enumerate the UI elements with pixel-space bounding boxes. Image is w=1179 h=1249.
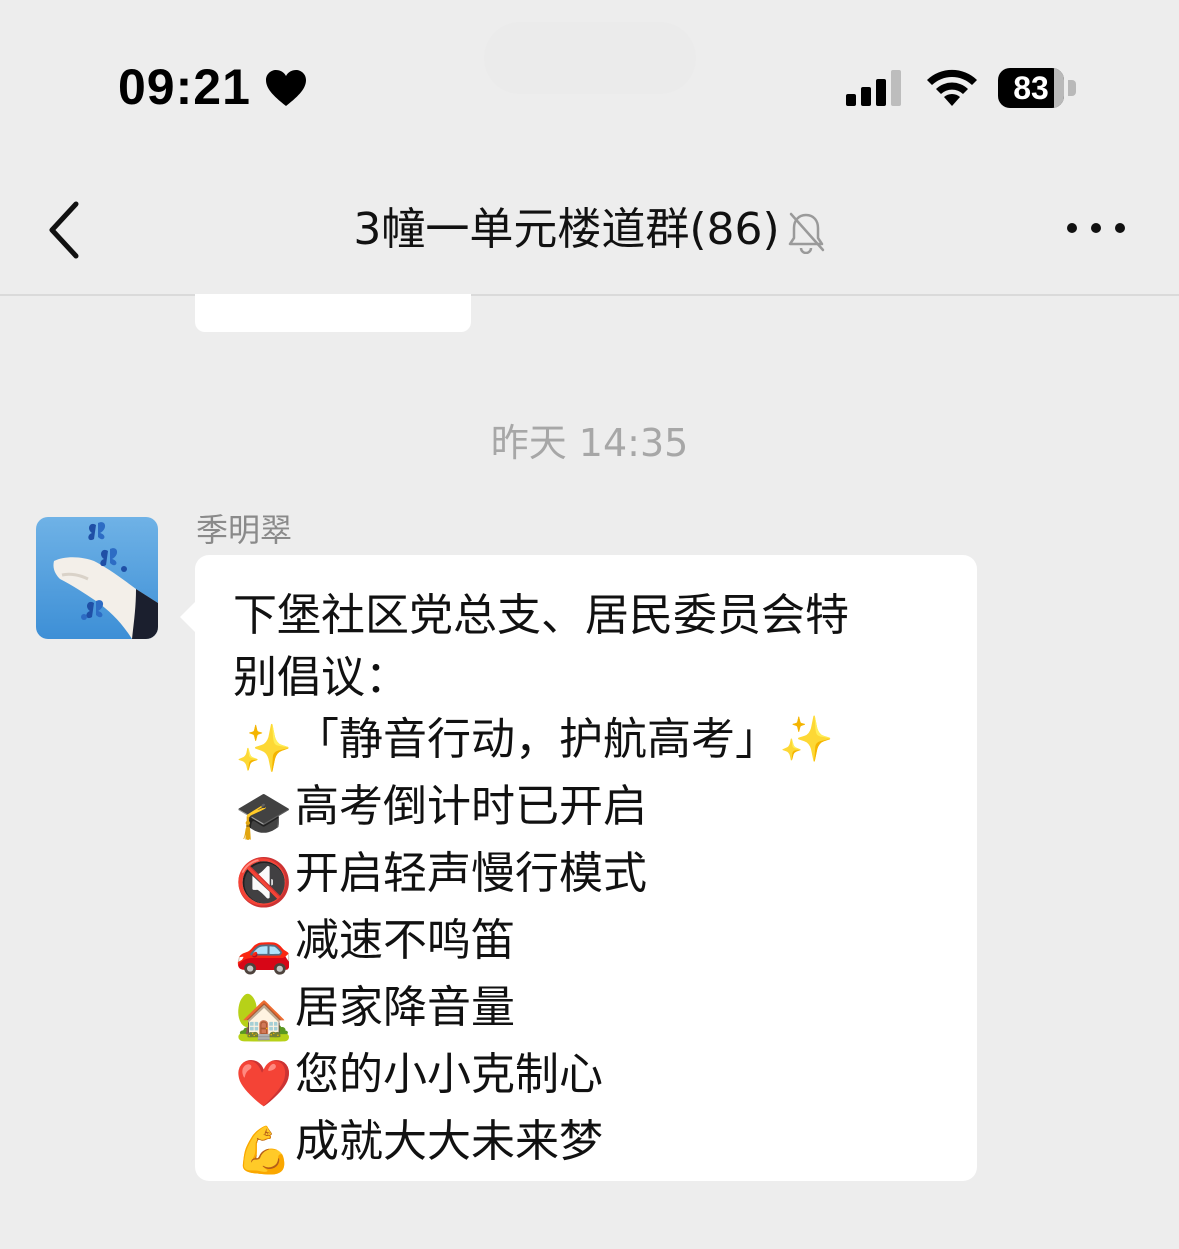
- bubble-tail: [180, 601, 196, 633]
- line-text: 居家降音量: [295, 982, 515, 1033]
- line-text: 下堡社区党总支、居民委员会特: [233, 590, 849, 641]
- bell-slash-icon: [788, 212, 824, 254]
- butterfly-hand-avatar[interactable]: [36, 517, 158, 639]
- muted-speaker-icon: 🔇: [235, 855, 293, 909]
- chat-title-row: 3幢一单元楼道群(86): [0, 200, 1179, 260]
- sparkles-icon: ✨: [235, 721, 293, 775]
- message-line: 下堡社区党总支、居民委员会特: [233, 585, 953, 647]
- line-text: 高考倒计时已开启: [295, 781, 647, 832]
- heart-icon: [266, 70, 306, 106]
- wifi-icon: [927, 69, 977, 106]
- message-text: 下堡社区党总支、居民委员会特 别倡议： ✨「静音行动，护航高考」✨ 🎓高考倒计时…: [233, 585, 953, 1178]
- line-text: 开启轻声慢行模式: [295, 848, 647, 899]
- red-heart-icon: ❤️: [235, 1056, 293, 1110]
- message-line: 💪成就大大未来梦: [233, 1111, 953, 1178]
- line-text: 减速不鸣笛: [295, 915, 515, 966]
- battery-indicator: 83: [998, 68, 1064, 108]
- graduation-cap-icon: 🎓: [235, 788, 293, 842]
- message-timestamp: 昨天 14:35: [490, 421, 689, 465]
- battery-empty-portion: [1054, 68, 1064, 108]
- line-text: 成就大大未来梦: [295, 1116, 603, 1167]
- message-line: 🚗减速不鸣笛: [233, 910, 953, 977]
- chat-title: 3幢一单元楼道群(86): [353, 204, 780, 255]
- message-line: 别倡议：: [233, 647, 953, 709]
- previous-message-bubble[interactable]: [195, 294, 471, 332]
- more-dots-icon[interactable]: [1064, 216, 1128, 240]
- message-line: ✨「静音行动，护航高考」✨: [233, 709, 953, 776]
- flexed-biceps-icon: 💪: [235, 1123, 293, 1177]
- house-with-garden-icon: 🏡: [235, 989, 293, 1043]
- message-bubble[interactable]: 下堡社区党总支、居民委员会特 别倡议： ✨「静音行动，护航高考」✨ 🎓高考倒计时…: [195, 555, 977, 1181]
- cellular-signal-icon: [846, 70, 901, 106]
- line-text: 「静音行动，护航高考」✨: [295, 714, 834, 765]
- message-line: 🎓高考倒计时已开启: [233, 776, 953, 843]
- line-text: 您的小小克制心: [295, 1049, 603, 1100]
- battery-cap: [1068, 80, 1076, 96]
- message-line: 🔇开启轻声慢行模式: [233, 843, 953, 910]
- dynamic-island: [484, 22, 696, 94]
- message-line: ❤️您的小小克制心: [233, 1044, 953, 1111]
- sender-name: 季明翠: [196, 511, 293, 549]
- chat-nav-bar: 3幢一单元楼道群(86): [0, 170, 1179, 296]
- car-icon: 🚗: [235, 922, 293, 976]
- message-line: 🏡居家降音量: [233, 977, 953, 1044]
- line-text: 别倡议：: [233, 652, 409, 703]
- status-time: 09:21: [118, 59, 251, 115]
- status-bar: 09:21 83: [0, 0, 1179, 170]
- battery-level: 83: [1013, 70, 1049, 106]
